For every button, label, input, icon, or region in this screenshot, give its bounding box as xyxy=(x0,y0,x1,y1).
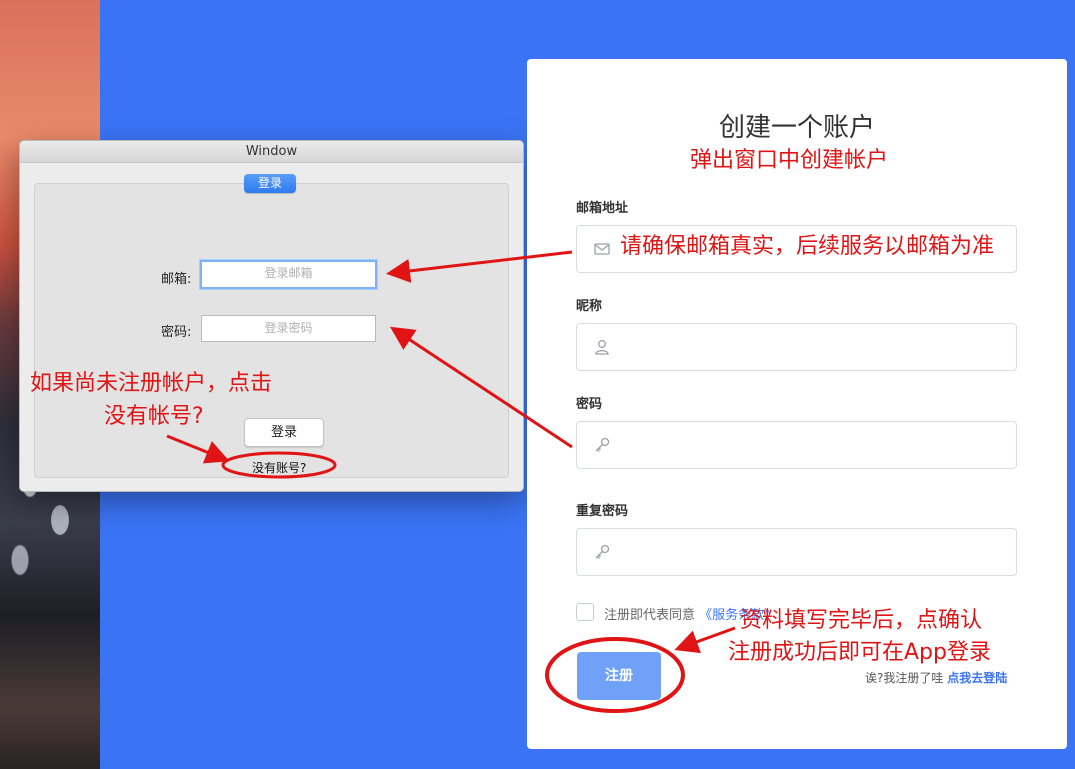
window-titlebar[interactable]: Window xyxy=(20,141,523,163)
key-icon xyxy=(595,544,610,559)
user-icon xyxy=(595,340,609,355)
annotation-submit-line1: 资料填写完毕后，点确认 xyxy=(740,608,983,633)
annotation-popup-note: 弹出窗口中创建帐户 xyxy=(690,148,889,173)
annotation-email-note: 请确保邮箱真实，后续服务以邮箱为准 xyxy=(620,234,995,259)
go-login-link[interactable]: 点我去登陆 xyxy=(947,671,1007,685)
email-label: 邮箱: xyxy=(161,272,192,287)
mail-icon xyxy=(594,243,610,255)
register-button[interactable]: 注册 xyxy=(577,652,661,700)
login-hint: 诶?我注册了哇 点我去登陆 xyxy=(865,669,1007,686)
page-title: 创建一个账户 xyxy=(718,113,875,143)
confirm-password-input[interactable] xyxy=(576,528,1017,576)
nickname-input[interactable] xyxy=(576,323,1017,371)
email-field[interactable]: 登录邮箱 xyxy=(200,260,377,289)
confirm-password-label: 重复密码 xyxy=(576,504,629,519)
login-hint-text: 诶?我注册了哇 xyxy=(865,671,944,685)
nickname-label: 昵称 xyxy=(576,299,603,314)
password-label: 密码: xyxy=(161,325,192,340)
annotation-submit-line2: 注册成功后即可在App登录 xyxy=(728,640,991,665)
annotation-no-account-line1: 如果尚未注册帐户，点击 xyxy=(30,371,273,396)
password-field[interactable]: 登录密码 xyxy=(201,315,376,342)
password-label: 密码 xyxy=(576,397,603,412)
terms-checkbox[interactable] xyxy=(576,603,594,621)
tab-login[interactable]: 登录 xyxy=(244,174,296,193)
login-window: Window 登录 邮箱: 登录邮箱 密码: 登录密码 登录 没有账号? xyxy=(19,140,524,492)
login-button[interactable]: 登录 xyxy=(244,418,324,447)
annotation-no-account-line2: 没有帐号? xyxy=(104,404,204,429)
terms-prefix: 注册即代表同意 xyxy=(604,608,696,623)
email-address-label: 邮箱地址 xyxy=(576,201,629,216)
key-icon xyxy=(595,437,610,452)
password-input[interactable] xyxy=(576,421,1017,469)
no-account-link[interactable]: 没有账号? xyxy=(252,459,306,476)
